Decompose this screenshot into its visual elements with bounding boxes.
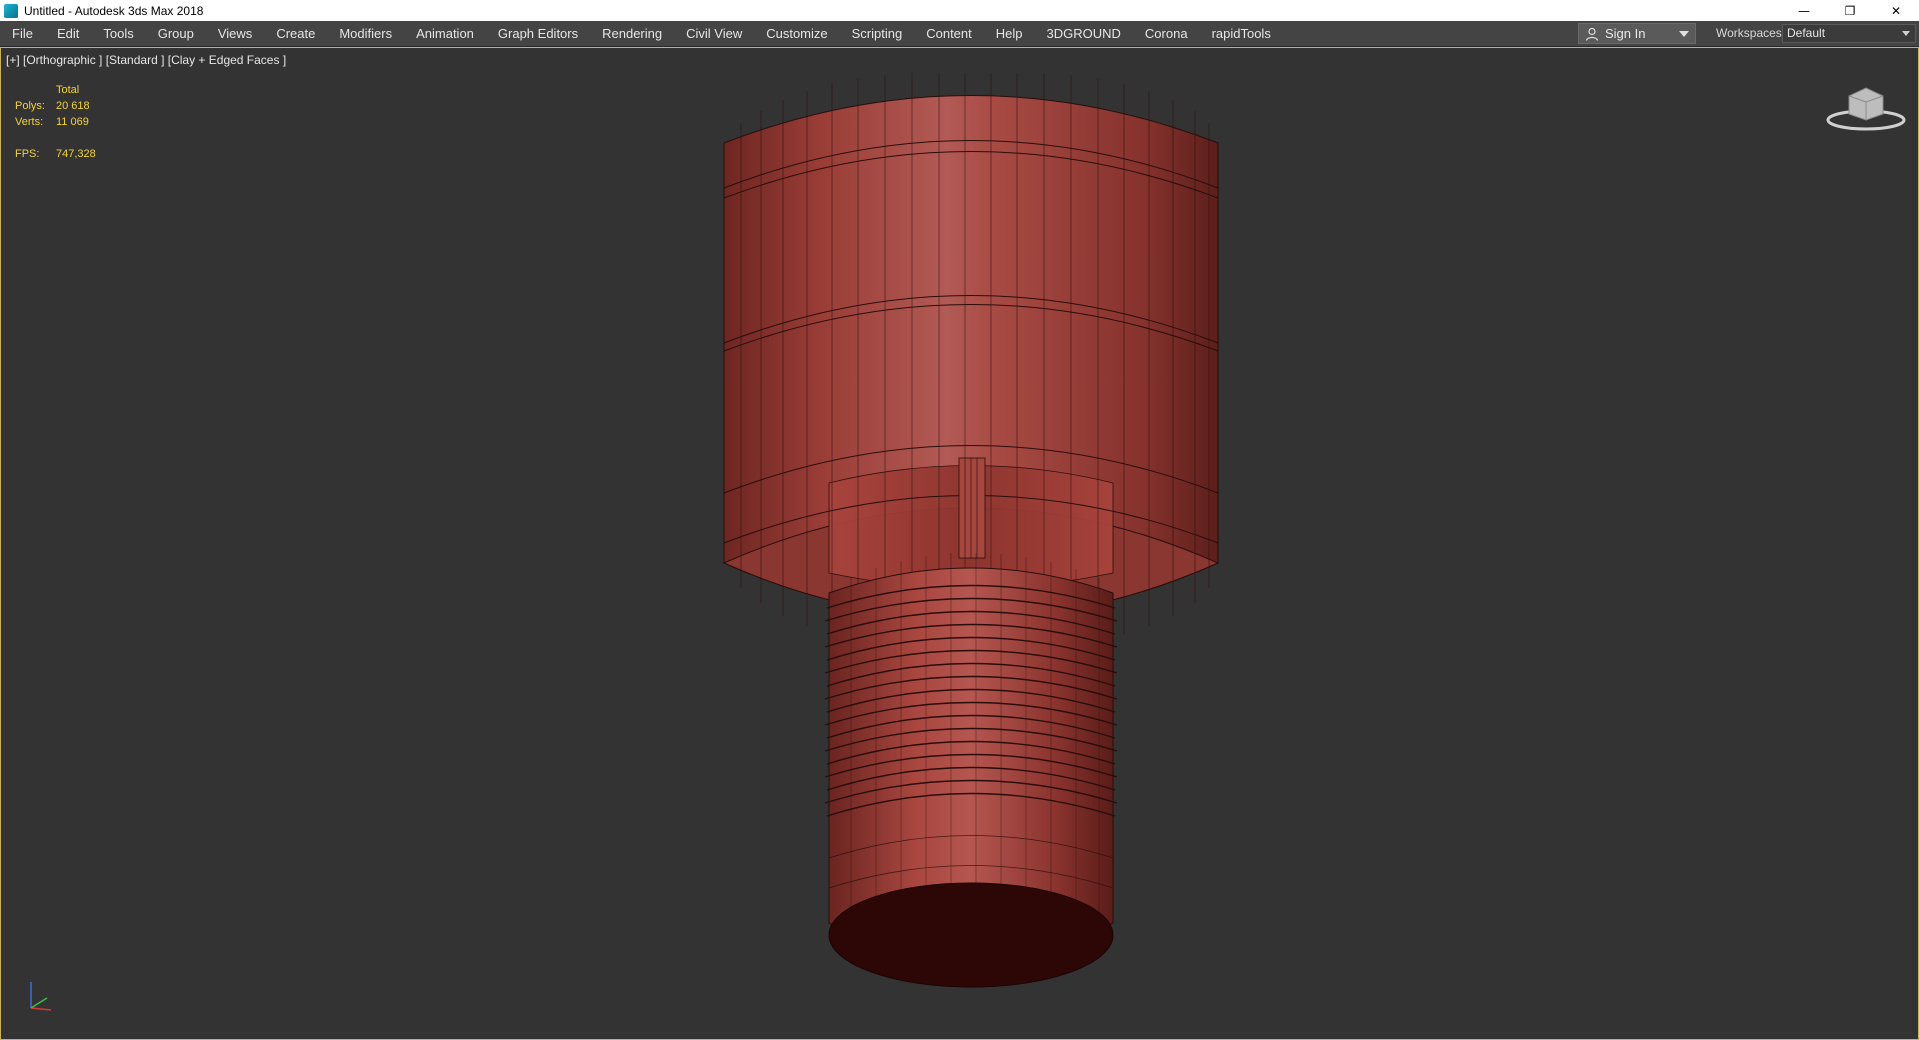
sign-in-dropdown[interactable]: Sign In xyxy=(1578,23,1696,44)
stats-polys-label: Polys: xyxy=(15,100,45,112)
stats-polys-value: 20 618 xyxy=(56,100,90,112)
workspaces-value: Default xyxy=(1787,26,1826,40)
chevron-down-icon xyxy=(1679,31,1689,37)
menu-customize[interactable]: Customize xyxy=(754,21,839,46)
menu-file[interactable]: File xyxy=(0,21,45,46)
menu-3dground[interactable]: 3DGROUND xyxy=(1035,21,1133,46)
stats-total-label: Total xyxy=(56,84,80,96)
menu-help[interactable]: Help xyxy=(984,21,1035,46)
viewport-label[interactable]: [+] [Orthographic ] [Standard ] [Clay + … xyxy=(6,53,286,67)
minimize-button[interactable]: — xyxy=(1781,0,1827,21)
title-bar: Untitled - Autodesk 3ds Max 2018 — ❐ ✕ xyxy=(0,0,1919,21)
axis-tripod-icon xyxy=(30,982,52,1011)
menu-graph-editors[interactable]: Graph Editors xyxy=(486,21,590,46)
sign-in-label: Sign In xyxy=(1605,26,1646,41)
window-title: Untitled - Autodesk 3ds Max 2018 xyxy=(24,3,204,18)
threaded-stem xyxy=(824,553,1118,988)
workspaces-label: Workspaces: xyxy=(1716,26,1786,40)
chevron-down-icon xyxy=(1902,31,1910,36)
menu-create[interactable]: Create xyxy=(264,21,327,46)
menu-modifiers[interactable]: Modifiers xyxy=(327,21,404,46)
close-button[interactable]: ✕ xyxy=(1873,0,1919,21)
user-icon xyxy=(1585,27,1599,41)
stats-fps-label: FPS: xyxy=(15,148,40,160)
menu-corona[interactable]: Corona xyxy=(1133,21,1200,46)
menu-content[interactable]: Content xyxy=(914,21,984,46)
window-controls: — ❐ ✕ xyxy=(1781,0,1919,21)
menu-views[interactable]: Views xyxy=(206,21,264,46)
viewcube-icon[interactable] xyxy=(1821,78,1911,138)
restore-button[interactable]: ❐ xyxy=(1827,0,1873,21)
upper-cylinder xyxy=(722,73,1220,647)
app-icon[interactable] xyxy=(4,3,18,18)
workspaces-select[interactable]: Default xyxy=(1782,24,1916,43)
menu-scripting[interactable]: Scripting xyxy=(840,21,915,46)
menu-edit[interactable]: Edit xyxy=(45,21,91,46)
stats-verts-value: 11 069 xyxy=(56,116,89,128)
stats-fps-value: 747,328 xyxy=(56,148,96,160)
stats-verts-label: Verts: xyxy=(15,116,44,128)
viewport-orthographic[interactable]: [+] [Orthographic ] [Standard ] [Clay + … xyxy=(0,47,1919,1040)
menu-tools[interactable]: Tools xyxy=(91,21,145,46)
menu-rendering[interactable]: Rendering xyxy=(590,21,674,46)
menu-rapidtools[interactable]: rapidTools xyxy=(1200,21,1283,46)
model-threaded-cap[interactable] xyxy=(701,73,1241,1013)
menu-civil-view[interactable]: Civil View xyxy=(674,21,754,46)
menu-animation[interactable]: Animation xyxy=(404,21,486,46)
menu-group[interactable]: Group xyxy=(146,21,206,46)
